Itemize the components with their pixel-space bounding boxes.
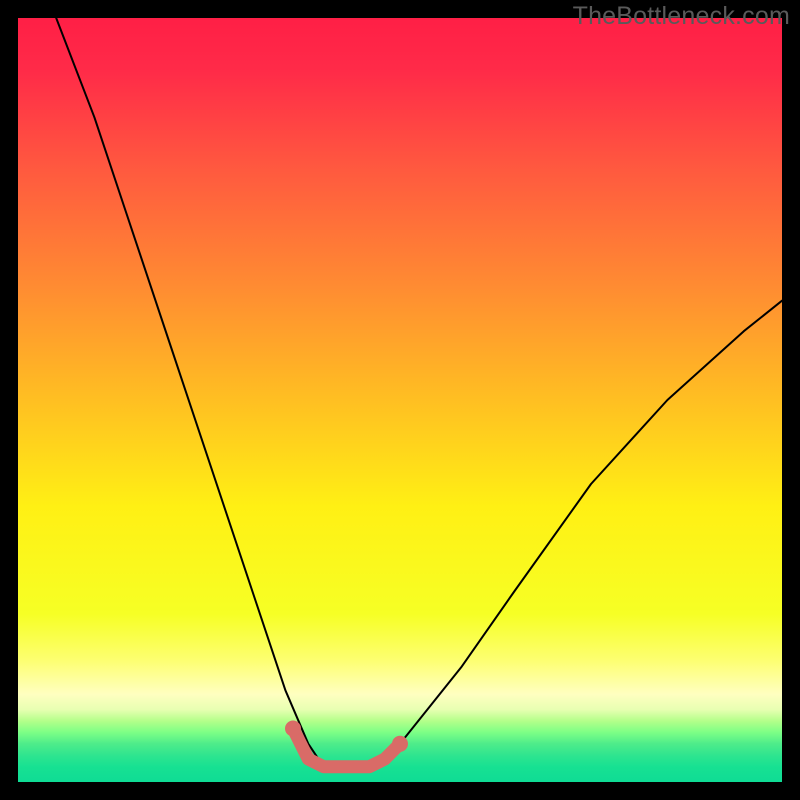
highlight-endpoint-0 <box>285 721 301 737</box>
watermark-text: TheBottleneck.com <box>573 2 790 31</box>
plot-area <box>18 18 782 782</box>
highlight-endpoint-1 <box>392 736 408 752</box>
chart-frame: TheBottleneck.com <box>0 0 800 800</box>
bottleneck-chart <box>18 18 782 782</box>
